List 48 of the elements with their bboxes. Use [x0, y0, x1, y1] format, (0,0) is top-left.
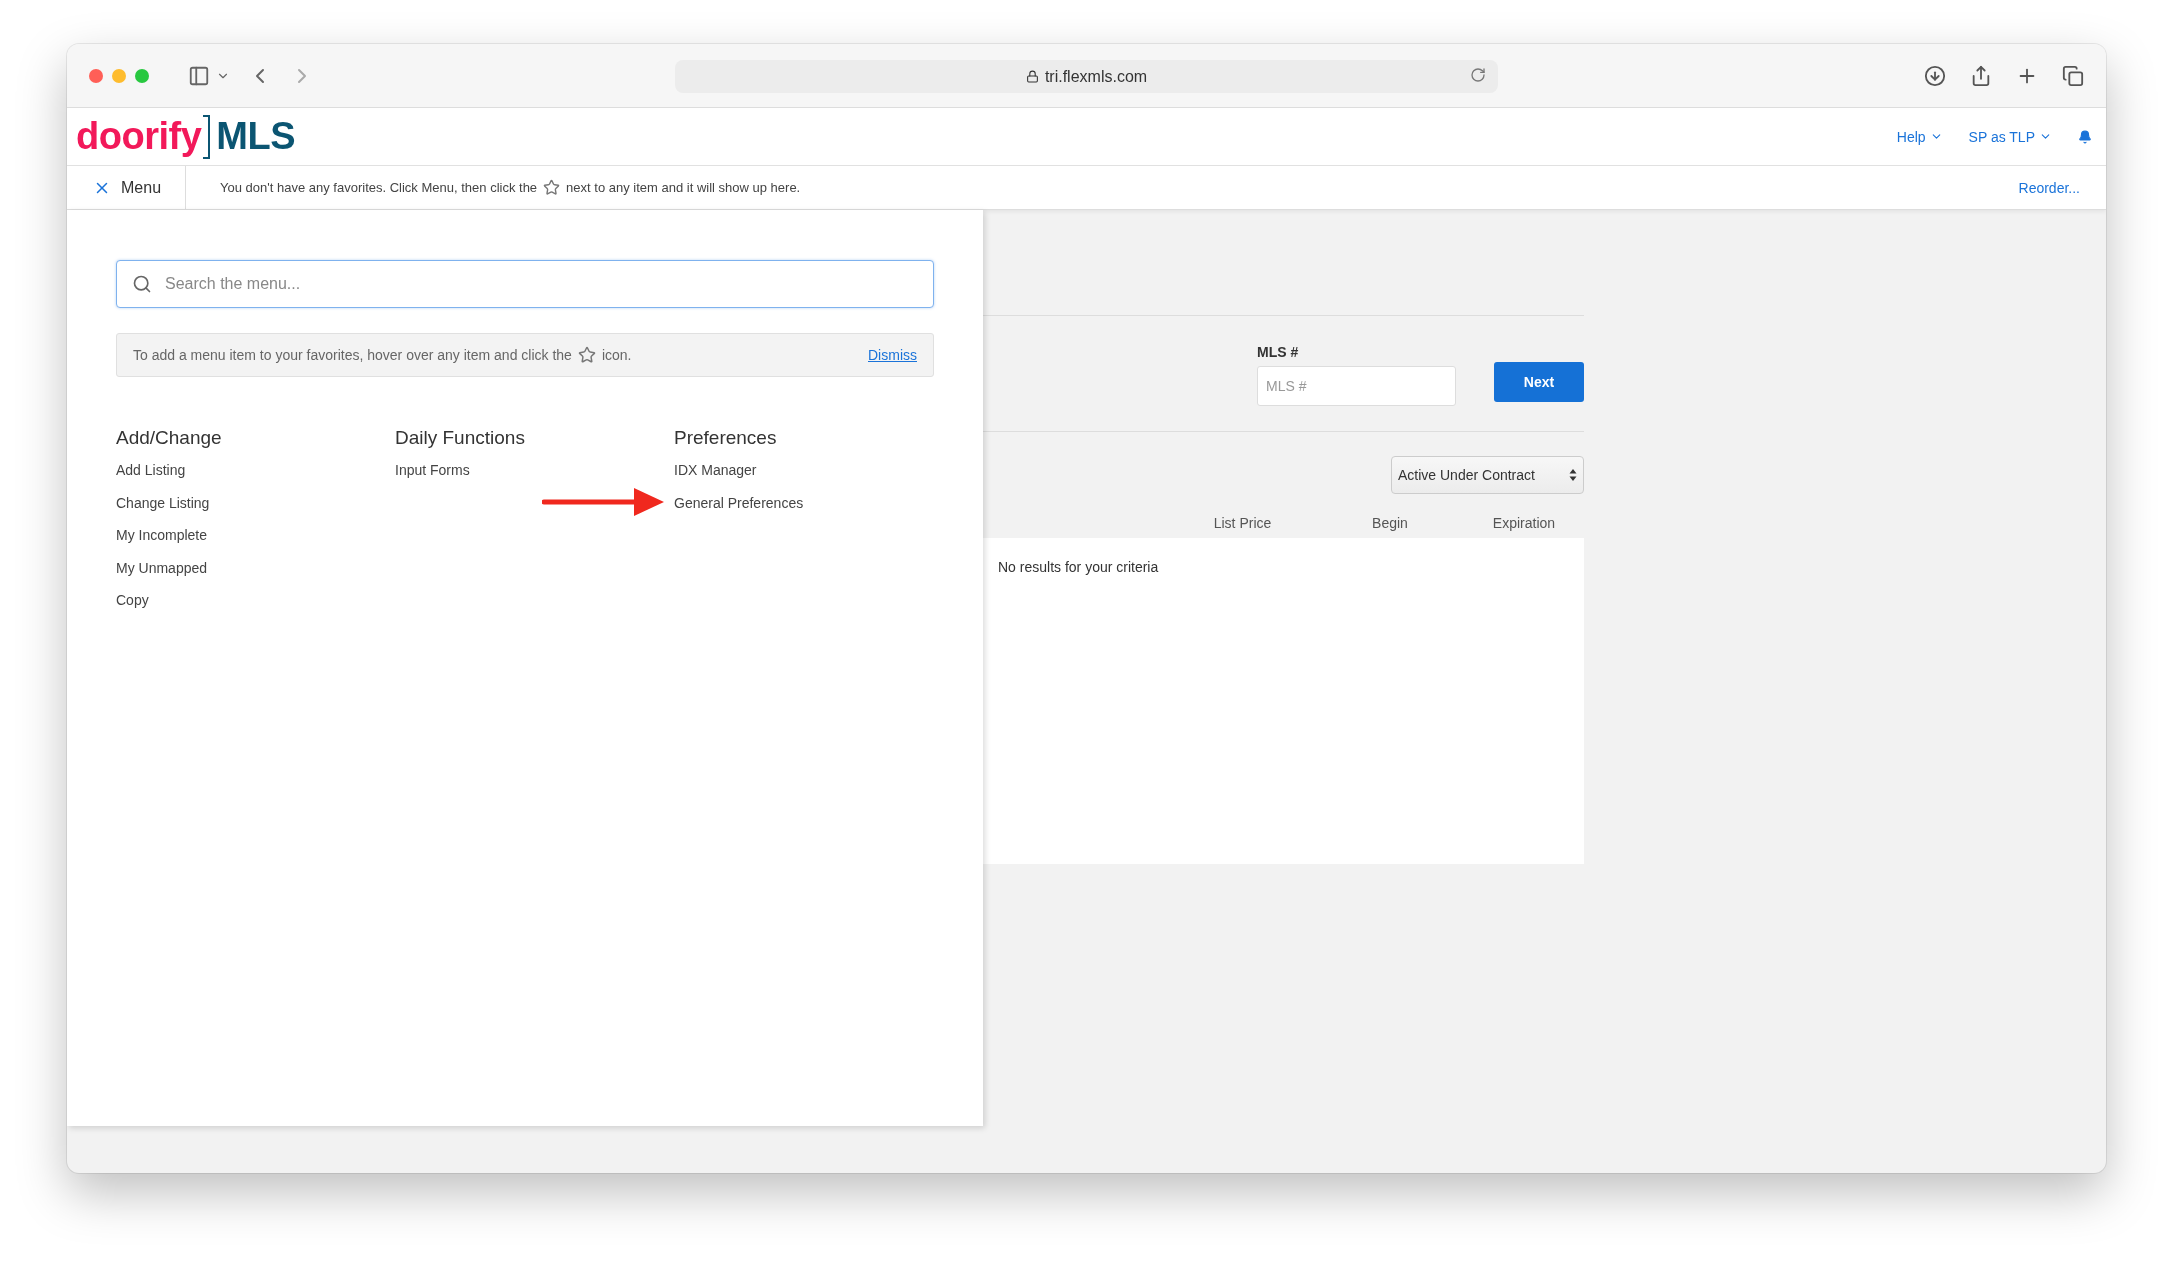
menu-item[interactable]: My Unmapped — [116, 559, 208, 592]
header-menu-link[interactable]: Help — [1896, 128, 1943, 145]
column-header: Expiration — [1491, 515, 1557, 531]
menu-item[interactable]: Change Listing — [116, 494, 210, 527]
door-icon — [203, 114, 211, 159]
download-icon[interactable] — [1924, 64, 1946, 87]
mls-field-label: MLS # — [1257, 344, 1300, 360]
mls-input-field[interactable]: MLS # — [1257, 366, 1456, 406]
sidebar-icon[interactable] — [188, 64, 210, 87]
maximize-window-dot[interactable] — [135, 68, 149, 83]
menu-item[interactable]: Input Forms — [395, 462, 470, 495]
close-window-dot[interactable] — [89, 68, 103, 83]
status-select[interactable]: Active Under Contract — [1391, 456, 1584, 494]
menu-section-heading: Daily Functions — [395, 427, 525, 449]
reorder-link[interactable]: Reorder... — [2018, 179, 2080, 196]
favorites-hint-text: You don't have any favorites. Click Menu, then click the — [220, 180, 538, 195]
minimize-window-dot[interactable] — [112, 68, 126, 83]
next-button[interactable]: Next — [1494, 362, 1584, 402]
favorites-hint-text: next to any item and it will show up here. — [566, 180, 801, 195]
url-text: tri.flexmls.com — [1044, 67, 1148, 86]
up-down-arrows-icon — [1569, 468, 1577, 482]
column-header: Begin — [1371, 515, 1409, 531]
address-bar[interactable]: tri.flexmls.com — [675, 60, 1498, 93]
header-menu-link[interactable]: SP as TLP — [1968, 128, 2052, 145]
menu-item[interactable]: My Incomplete — [116, 527, 208, 560]
search-icon — [132, 274, 152, 294]
star-icon — [543, 179, 561, 196]
menu-item[interactable]: IDX Manager — [674, 462, 757, 495]
menu-section-heading: Preferences — [674, 427, 777, 449]
menu-section-heading: Add/Change — [116, 427, 222, 449]
logo-product-text: MLS — [216, 115, 295, 158]
menu-item[interactable]: Add Listing — [116, 462, 186, 495]
empty-results-text: No results for your criteria — [998, 559, 1159, 575]
menu-item[interactable]: General Preferences — [674, 494, 804, 527]
dismiss-link[interactable]: Dismiss — [868, 347, 917, 363]
tabs-overview-icon[interactable] — [2062, 64, 2084, 87]
bell-icon[interactable] — [2078, 129, 2092, 144]
share-icon[interactable] — [1970, 64, 1992, 87]
menu-item[interactable]: Copy — [116, 592, 149, 625]
logo-brand-text: doorify — [76, 115, 202, 158]
star-icon — [577, 346, 596, 364]
reload-icon[interactable] — [1470, 67, 1486, 83]
lock-icon — [1025, 70, 1039, 83]
column-header: List Price — [1212, 515, 1273, 531]
menu-search-field[interactable]: Search the menu... — [116, 260, 934, 308]
notice-text: To add a menu item to your favorites, hover over any item and click the — [133, 347, 572, 363]
notice-text: icon. — [601, 347, 632, 363]
menu-toggle[interactable]: Menu — [67, 166, 187, 209]
